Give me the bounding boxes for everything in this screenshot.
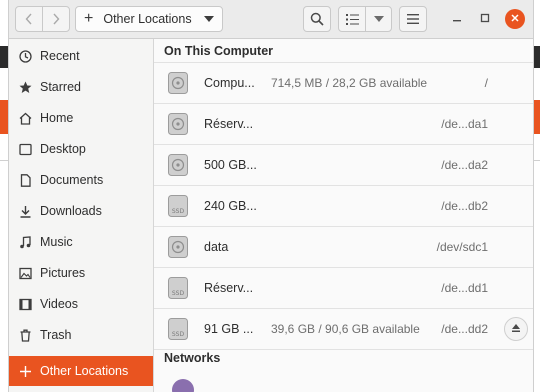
sidebar-item-label: Trash	[40, 328, 72, 342]
picture-icon	[18, 266, 32, 280]
ssd-icon: SSD	[168, 318, 188, 340]
sidebar-item-label: Starred	[40, 80, 81, 94]
section-heading-networks: Networks	[164, 351, 221, 365]
sidebar-item-documents[interactable]: Documents	[9, 165, 153, 195]
eject-button[interactable]	[504, 317, 528, 341]
plus-icon	[18, 364, 32, 378]
places-sidebar: Recent Starred Home Desktop Documents Do…	[9, 39, 154, 392]
volume-available: 714,5 MB / 28,2 GB available	[271, 76, 428, 90]
files-window: + Other Locations Recent Starred Home De…	[8, 0, 534, 392]
volume-path: /	[484, 76, 488, 90]
sidebar-item-pictures[interactable]: Pictures	[9, 258, 153, 288]
maximize-icon	[480, 12, 490, 26]
minimize-button[interactable]	[447, 9, 467, 29]
volume-path: /de...dd2	[441, 322, 488, 336]
sidebar-item-label: Recent	[40, 49, 80, 63]
trash-icon	[18, 328, 32, 342]
list-view-icon	[345, 13, 359, 25]
ssd-icon: SSD	[168, 277, 188, 299]
eject-icon	[511, 322, 521, 336]
sidebar-item-starred[interactable]: Starred	[9, 72, 153, 102]
volume-name: Réserv...	[204, 281, 254, 295]
ssd-icon: SSD	[168, 195, 188, 217]
volume-row[interactable]: 500 GB... /de...da2	[154, 145, 533, 186]
chevron-left-icon	[25, 13, 33, 25]
sidebar-item-home[interactable]: Home	[9, 103, 153, 133]
minimize-icon	[452, 12, 462, 26]
volume-path: /de...da1	[441, 117, 488, 131]
volume-row[interactable]: Compu... 714,5 MB / 28,2 GB available /	[154, 63, 533, 104]
section-heading-on-this-computer: On This Computer	[164, 44, 274, 58]
sidebar-item-label: Home	[40, 111, 74, 125]
sidebar-item-label: Other Locations	[40, 364, 129, 378]
video-icon	[18, 297, 32, 311]
sidebar-item-label: Music	[40, 235, 73, 249]
search-icon	[310, 12, 324, 26]
hard-disk-icon	[168, 72, 188, 94]
volume-path: /de...dd1	[441, 281, 488, 295]
volume-name: 91 GB ...	[204, 322, 254, 336]
hamburger-menu-icon	[407, 14, 419, 24]
clock-icon	[18, 49, 32, 63]
sidebar-item-label: Documents	[40, 173, 104, 187]
hard-disk-icon	[168, 154, 188, 176]
volume-row[interactable]: data /dev/sdc1	[154, 227, 533, 268]
volume-available: 39,6 GB / 90,6 GB available	[271, 322, 420, 336]
hard-disk-icon	[168, 113, 188, 135]
forward-button[interactable]	[42, 6, 70, 32]
svg-text:SSD: SSD	[172, 290, 185, 297]
sidebar-item-desktop[interactable]: Desktop	[9, 134, 153, 164]
location-pathbar[interactable]: + Other Locations	[75, 6, 223, 32]
header-bar: + Other Locations	[9, 0, 533, 39]
volume-row[interactable]: SSD 91 GB ... 39,6 GB / 90,6 GB availabl…	[154, 309, 533, 350]
sidebar-item-label: Pictures	[40, 266, 86, 280]
close-button[interactable]	[505, 9, 525, 29]
volume-path: /dev/sdc1	[436, 240, 488, 254]
volume-path: /de...db2	[441, 199, 488, 213]
volume-name: 500 GB...	[204, 158, 257, 172]
home-icon	[18, 111, 32, 125]
main-menu-button[interactable]	[399, 6, 427, 32]
hard-disk-icon	[168, 236, 188, 258]
list-view-button[interactable]	[338, 6, 366, 32]
music-icon	[18, 235, 32, 249]
volume-name: Compu...	[204, 76, 255, 90]
star-icon	[18, 80, 32, 94]
desktop-icon	[18, 142, 32, 156]
download-icon	[18, 204, 32, 218]
network-icon	[172, 379, 194, 392]
sidebar-item-other-locations[interactable]: Other Locations	[9, 356, 153, 386]
close-icon	[510, 12, 520, 26]
svg-text:SSD: SSD	[172, 331, 185, 338]
svg-text:SSD: SSD	[172, 208, 185, 215]
view-options-button[interactable]	[365, 6, 392, 32]
sidebar-item-recent[interactable]: Recent	[9, 41, 153, 71]
chevron-right-icon	[52, 13, 60, 25]
search-button[interactable]	[303, 6, 331, 32]
sidebar-item-downloads[interactable]: Downloads	[9, 196, 153, 226]
back-button[interactable]	[15, 6, 43, 32]
sidebar-item-label: Videos	[40, 297, 78, 311]
document-icon	[18, 173, 32, 187]
volume-name: 240 GB...	[204, 199, 257, 213]
sidebar-item-label: Downloads	[40, 204, 102, 218]
maximize-button[interactable]	[475, 9, 495, 29]
plus-icon: +	[84, 10, 94, 27]
location-label: Other Locations	[103, 12, 192, 26]
caret-down-icon	[204, 16, 214, 22]
locations-view: On This Computer Compu... 714,5 MB / 28,…	[154, 39, 533, 392]
volume-row[interactable]: SSD Réserv... /de...dd1	[154, 268, 533, 309]
sidebar-item-videos[interactable]: Videos	[9, 289, 153, 319]
volume-path: /de...da2	[441, 158, 488, 172]
sidebar-item-trash[interactable]: Trash	[9, 320, 153, 350]
sidebar-item-music[interactable]: Music	[9, 227, 153, 257]
volume-row[interactable]: SSD 240 GB... /de...db2	[154, 186, 533, 227]
volume-name: data	[204, 240, 229, 254]
volume-name: Réserv...	[204, 117, 254, 131]
sidebar-item-label: Desktop	[40, 142, 86, 156]
volume-row[interactable]: Réserv... /de...da1	[154, 104, 533, 145]
caret-down-icon	[373, 16, 384, 22]
